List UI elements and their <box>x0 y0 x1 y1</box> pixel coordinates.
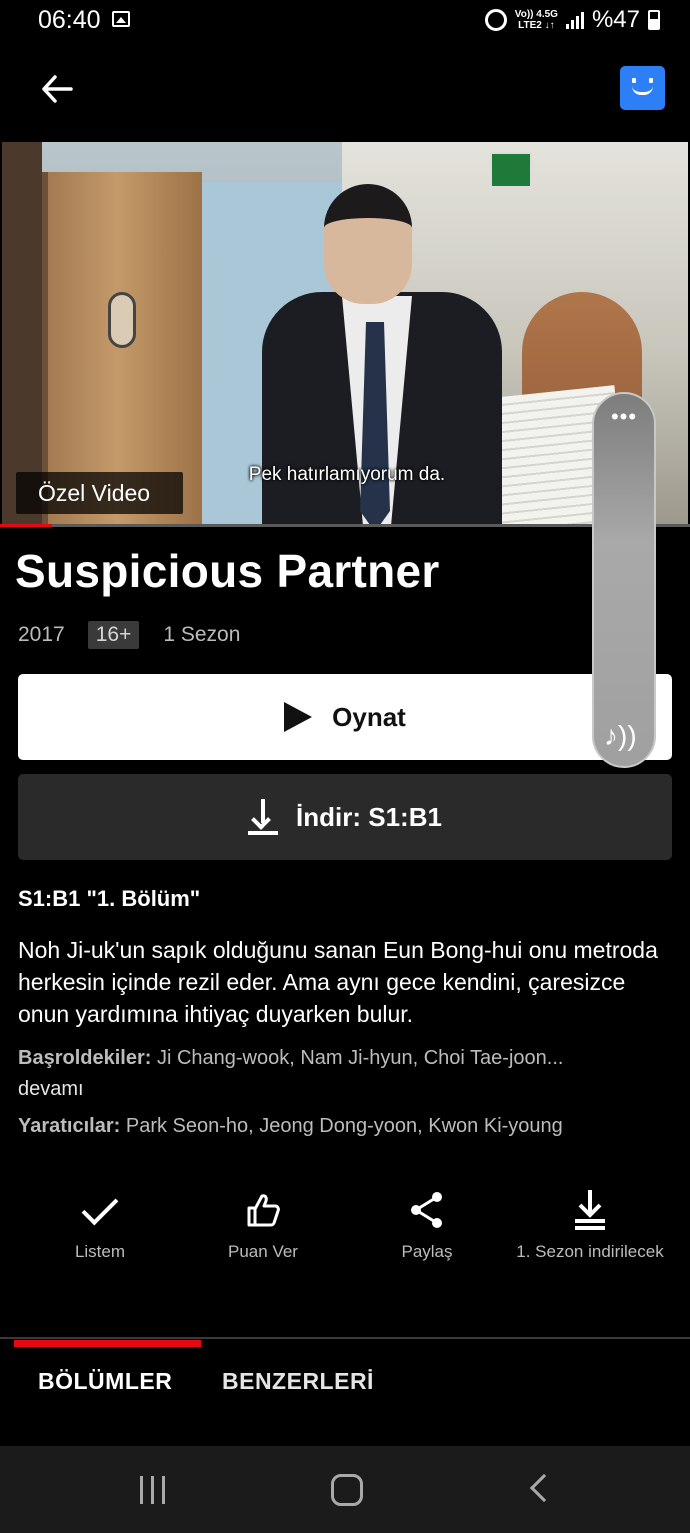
share-button[interactable]: Paylaş <box>342 1180 512 1263</box>
battery-level: %47 <box>591 6 640 33</box>
download-season-button[interactable]: 1. Sezon indirilecek <box>505 1180 675 1263</box>
more-options-icon[interactable]: ••• <box>594 406 654 428</box>
download-icon <box>575 1190 605 1230</box>
network-top: Vo)) 4.5G <box>514 9 558 20</box>
season-count: 1 Sezon <box>163 623 241 646</box>
rate-button[interactable]: Puan Ver <box>178 1180 348 1263</box>
thumbs-up-icon <box>247 1194 280 1227</box>
system-back-button[interactable] <box>529 1473 559 1503</box>
maturity-rating: 16+ <box>87 621 140 649</box>
status-bar: 06:40 Vo)) 4.5G LTE2 ↓↑ %47 <box>0 0 690 44</box>
video-progress-fill <box>0 524 52 527</box>
tabs-divider <box>0 1337 690 1339</box>
download-icon <box>248 799 279 835</box>
network-indicator: Vo)) 4.5G LTE2 ↓↑ <box>515 9 558 31</box>
download-season-label: 1. Sezon indirilecek <box>516 1242 664 1261</box>
tab-similar[interactable]: BENZERLERİ <box>222 1368 374 1395</box>
video-player[interactable]: Özel Video Pek hatırlamıyorum da. <box>2 142 688 526</box>
status-time: 06:40 <box>38 6 101 34</box>
creators-names: Park Seon-ho, Jeong Dong-yoon, Kwon Ki-y… <box>120 1115 563 1137</box>
floating-side-panel[interactable]: ••• ♪)) <box>592 392 656 768</box>
share-label: Paylaş <box>401 1242 453 1261</box>
action-row: Listem Puan Ver Paylaş 1. Sezon indirile… <box>0 1180 690 1310</box>
avatar-eye-right <box>649 78 653 83</box>
home-button[interactable] <box>331 1474 363 1506</box>
cast-line: Başroldekiler: Ji Chang-wook, Nam Ji-hyu… <box>18 1042 678 1075</box>
rate-label: Puan Ver <box>228 1242 298 1261</box>
cast-names: Ji Chang-wook, Nam Ji-hyun, Choi Tae-joo… <box>151 1047 564 1069</box>
alarm-icon <box>484 9 507 31</box>
my-list-button[interactable]: Listem <box>15 1180 185 1263</box>
play-button[interactable]: Oynat <box>18 674 672 760</box>
video-subtitle: Pek hatırlamıyorum da. <box>248 464 446 485</box>
my-list-label: Listem <box>74 1242 126 1261</box>
download-label: İndir: S1:B1 <box>296 801 442 832</box>
episode-description: Noh Ji-uk'un sapık olduğunu sanan Eun Bo… <box>18 937 658 1027</box>
scene-exit-sign <box>490 152 532 188</box>
recents-button[interactable] <box>140 1476 165 1504</box>
profile-avatar[interactable] <box>620 66 665 110</box>
system-nav-bar <box>0 1446 690 1533</box>
avatar-smile <box>632 86 653 95</box>
battery-icon <box>648 10 660 30</box>
creators-label: Yaratıcılar: <box>18 1115 121 1137</box>
active-tab-indicator <box>14 1340 201 1347</box>
show-meta: 2017 16+ 1 Sezon <box>18 621 240 649</box>
signal-icon <box>565 11 584 29</box>
cast-label: Başroldekiler: <box>18 1047 152 1069</box>
download-episode-button[interactable]: İndir: S1:B1 <box>18 774 672 860</box>
sound-icon[interactable]: ♪)) <box>604 720 637 752</box>
tab-episodes[interactable]: BÖLÜMLER <box>38 1368 172 1395</box>
play-label: Oynat <box>332 701 406 732</box>
status-indicators: Vo)) 4.5G LTE2 ↓↑ %47 <box>484 6 660 34</box>
creators-line: Yaratıcılar: Park Seon-ho, Jeong Dong-yo… <box>18 1110 678 1143</box>
play-icon <box>284 702 313 732</box>
show-title: Suspicious Partner <box>15 545 440 597</box>
share-icon <box>411 1192 442 1228</box>
network-bottom: LTE2 ↓↑ <box>518 20 555 31</box>
video-progress-bar[interactable] <box>0 524 690 527</box>
episode-title: S1:B1 "1. Bölüm" <box>18 886 201 911</box>
release-year: 2017 <box>18 623 65 646</box>
arrow-left-icon <box>42 75 73 103</box>
more-link[interactable]: devamı <box>18 1078 84 1101</box>
check-icon <box>81 1188 119 1226</box>
avatar-eye-left <box>632 78 636 83</box>
back-button[interactable] <box>36 68 78 110</box>
gallery-notification-icon <box>112 11 130 27</box>
